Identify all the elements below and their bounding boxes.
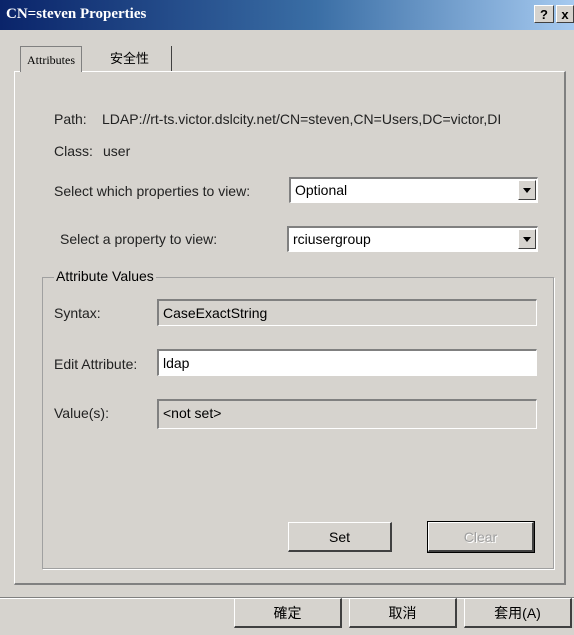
path-label: Path: <box>54 111 87 127</box>
apply-button[interactable]: 套用(A) <box>464 598 572 628</box>
syntax-label: Syntax: <box>54 305 101 321</box>
set-button[interactable]: Set <box>288 522 392 552</box>
values-label: Value(s): <box>54 405 109 421</box>
path-value: LDAP://rt-ts.victor.dslcity.net/CN=steve… <box>102 111 502 127</box>
property-select-label: Select a property to view: <box>60 231 218 247</box>
clear-button[interactable]: Clear <box>427 521 535 553</box>
edit-attribute-label: Edit Attribute: <box>54 356 138 372</box>
ok-button[interactable]: 確定 <box>234 598 342 628</box>
property-select-value: rciusergroup <box>293 231 371 247</box>
tab-security[interactable]: 安全性 <box>104 46 172 72</box>
syntax-value: CaseExactString <box>163 305 268 321</box>
close-button[interactable]: x <box>556 5 574 23</box>
properties-view-value: Optional <box>295 182 348 198</box>
chevron-down-icon[interactable] <box>518 229 536 249</box>
help-button[interactable]: ? <box>534 5 554 23</box>
property-select[interactable]: rciusergroup <box>287 226 538 252</box>
edit-attribute-value: ldap <box>163 355 190 371</box>
tab-attributes[interactable]: Attributes <box>20 46 82 72</box>
cancel-button[interactable]: 取消 <box>349 598 457 628</box>
properties-view-select[interactable]: Optional <box>289 177 538 203</box>
attribute-values-title: Attribute Values <box>54 268 156 284</box>
window-title: CN=steven Properties <box>6 6 147 22</box>
values-field: <not set> <box>157 399 537 429</box>
title-bar: CN=steven Properties ? x <box>0 0 574 30</box>
class-label: Class: <box>54 143 93 159</box>
properties-view-label: Select which properties to view: <box>54 183 251 199</box>
chevron-down-icon[interactable] <box>518 180 536 200</box>
edit-attribute-input[interactable]: ldap <box>157 349 537 376</box>
class-value: user <box>103 143 131 159</box>
values-value: <not set> <box>163 405 222 421</box>
syntax-field: CaseExactString <box>157 299 537 326</box>
